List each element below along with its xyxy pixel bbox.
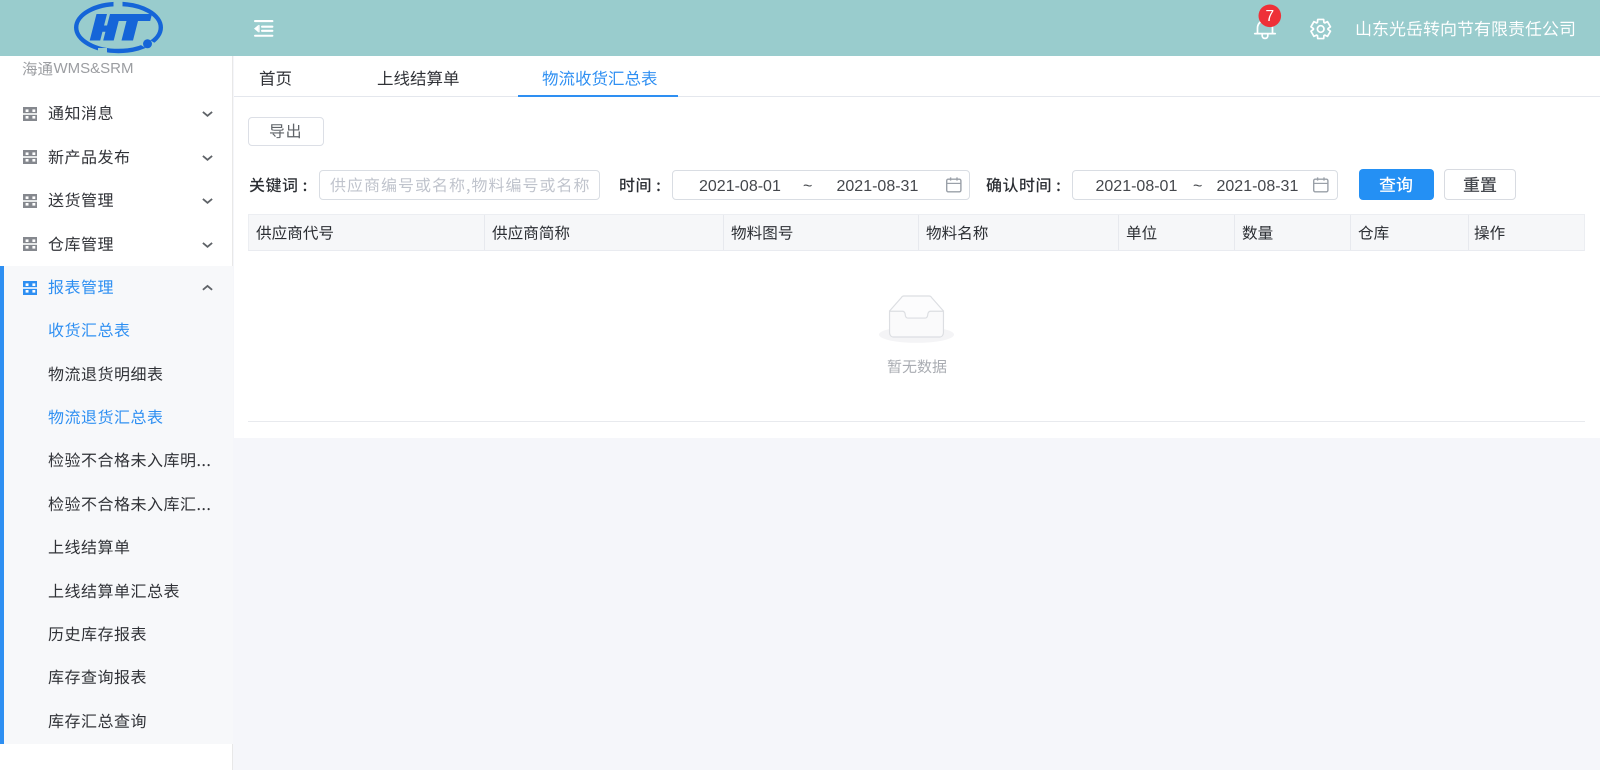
svg-text:7: 7 [1265, 8, 1274, 25]
